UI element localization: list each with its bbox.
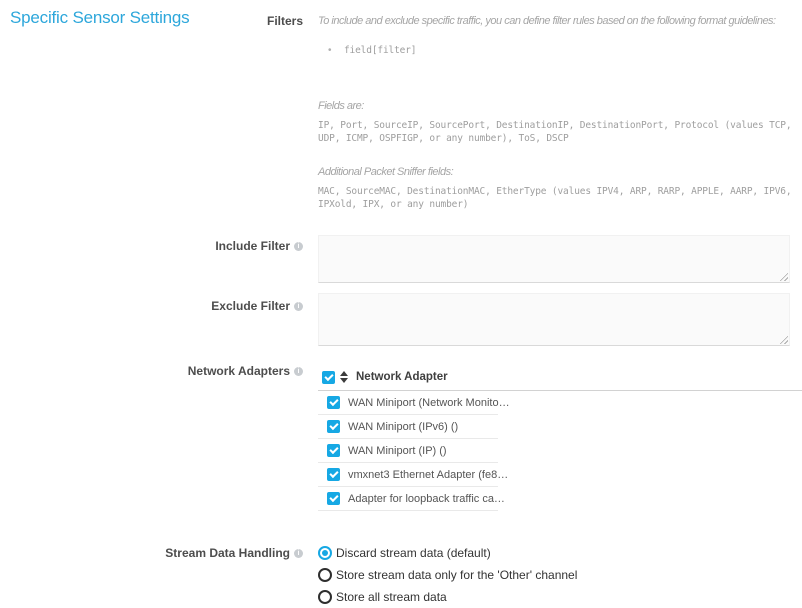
settings-form: Filters To include and exclude specific …	[0, 0, 802, 608]
info-icon[interactable]	[294, 549, 303, 558]
info-icon[interactable]	[294, 242, 303, 251]
page-title: Specific Sensor Settings	[10, 8, 189, 28]
table-row[interactable]: Adapter for loopback traffic ca…	[318, 487, 498, 511]
adapter-table-header[interactable]: Network Adapter	[318, 364, 802, 391]
stream-options: Discard stream data (default) Store stre…	[318, 542, 802, 608]
stream-data-handling-label: Stream Data Handling	[0, 542, 318, 608]
stream-data-handling-label-text: Stream Data Handling	[165, 546, 290, 560]
exclude-filter-label-text: Exclude Filter	[211, 299, 290, 313]
radio-option-label: Store all stream data	[336, 590, 447, 604]
radio-option-store-all[interactable]: Store all stream data	[318, 586, 802, 608]
network-adapters-label-text: Network Adapters	[188, 364, 290, 378]
radio-option-label: Discard stream data (default)	[336, 546, 491, 560]
network-adapters-label: Network Adapters	[0, 364, 318, 511]
exclude-filter-field	[318, 293, 802, 346]
network-adapters-row: Network Adapters Network Adapter WAN	[0, 364, 802, 511]
filters-help: To include and exclude specific traffic,…	[318, 14, 802, 211]
radio-selected-icon[interactable]	[318, 546, 332, 560]
exclude-filter-label: Exclude Filter	[0, 293, 318, 346]
filter-format-example: field[filter]	[344, 45, 416, 56]
info-icon[interactable]	[294, 302, 303, 311]
filter-format-bullet: field[filter]	[318, 42, 802, 57]
filters-row: Filters To include and exclude specific …	[0, 14, 802, 211]
adapter-checkbox[interactable]	[327, 396, 340, 409]
exclude-filter-textarea-wrap	[318, 293, 790, 346]
adapter-checkbox[interactable]	[327, 492, 340, 505]
sort-down-icon	[340, 378, 348, 383]
additional-fields-list: MAC, SourceMAC, DestinationMAC, EtherTyp…	[318, 185, 802, 211]
include-filter-label-text: Include Filter	[215, 239, 290, 253]
adapter-name: vmxnet3 Ethernet Adapter (fe8…	[348, 469, 508, 481]
radio-option-store-other[interactable]: Store stream data only for the 'Other' c…	[318, 564, 802, 586]
adapter-table: Network Adapter WAN Miniport (Network Mo…	[318, 364, 802, 511]
radio-unselected-icon[interactable]	[318, 568, 332, 582]
include-filter-field	[318, 235, 802, 283]
adapter-checkbox[interactable]	[327, 468, 340, 481]
radio-unselected-icon[interactable]	[318, 590, 332, 604]
adapter-checkbox[interactable]	[327, 444, 340, 457]
sort-up-icon	[340, 371, 348, 376]
table-row[interactable]: WAN Miniport (IP) ()	[318, 439, 498, 463]
adapter-checkbox[interactable]	[327, 420, 340, 433]
adapter-name: WAN Miniport (IP) ()	[348, 445, 447, 457]
include-filter-label: Include Filter	[0, 235, 318, 283]
adapter-column-header[interactable]: Network Adapter	[356, 371, 448, 383]
include-filter-row: Include Filter	[0, 235, 802, 283]
fields-are-label: Fields are:	[318, 99, 802, 113]
fields-list: IP, Port, SourceIP, SourcePort, Destinat…	[318, 119, 802, 145]
exclude-filter-input[interactable]	[318, 293, 790, 346]
additional-fields-label: Additional Packet Sniffer fields:	[318, 165, 802, 179]
exclude-filter-row: Exclude Filter	[0, 293, 802, 346]
radio-option-discard[interactable]: Discard stream data (default)	[318, 542, 802, 564]
stream-data-handling-row: Stream Data Handling Discard stream data…	[0, 542, 802, 608]
info-icon[interactable]	[294, 367, 303, 376]
radio-option-label: Store stream data only for the 'Other' c…	[336, 568, 577, 582]
include-filter-textarea-wrap	[318, 235, 790, 283]
network-adapters-table-col: Network Adapter WAN Miniport (Network Mo…	[318, 364, 802, 511]
filters-label-text: Filters	[267, 14, 303, 28]
sort-icon[interactable]	[340, 371, 348, 383]
filters-label: Filters	[0, 14, 318, 211]
filters-guide-text: To include and exclude specific traffic,…	[318, 14, 802, 28]
adapter-name: WAN Miniport (Network Monito…	[348, 397, 510, 409]
table-row[interactable]: vmxnet3 Ethernet Adapter (fe8…	[318, 463, 498, 487]
adapter-name: Adapter for loopback traffic ca…	[348, 493, 505, 505]
include-filter-input[interactable]	[318, 235, 790, 283]
select-all-checkbox[interactable]	[322, 371, 335, 384]
table-row[interactable]: WAN Miniport (IPv6) ()	[318, 415, 498, 439]
sensor-settings-page: Specific Sensor Settings Filters To incl…	[0, 0, 802, 608]
table-row[interactable]: WAN Miniport (Network Monito…	[318, 391, 498, 415]
adapter-name: WAN Miniport (IPv6) ()	[348, 421, 458, 433]
